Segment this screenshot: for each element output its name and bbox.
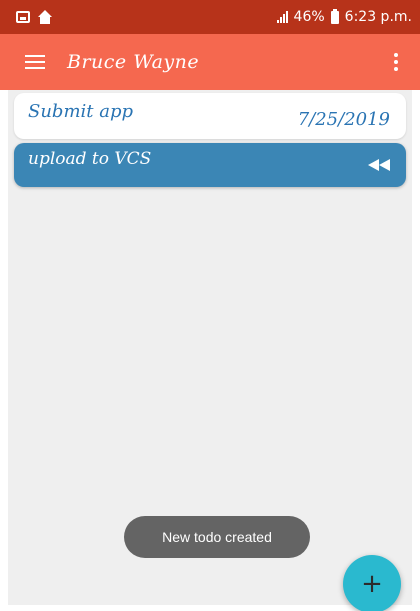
todo-item-selected[interactable]: upload to VCS — [14, 143, 406, 187]
battery-icon — [330, 8, 339, 24]
status-right: 46% 6:23 p.m. — [276, 8, 412, 25]
status-left — [16, 10, 52, 24]
more-vert-icon[interactable] — [378, 34, 414, 90]
todo-item[interactable]: Submit app 7/25/2019 — [14, 93, 406, 139]
todo-title: upload to VCS — [28, 149, 152, 169]
battery-percent: 46% — [293, 9, 325, 25]
menu-icon[interactable] — [0, 34, 56, 90]
status-time: 6:23 p.m. — [344, 9, 412, 25]
image-icon — [16, 11, 30, 23]
rewind-icon[interactable] — [368, 159, 390, 171]
toast-message: New todo created — [124, 516, 310, 558]
todo-title: Submit app — [28, 100, 134, 122]
add-todo-button[interactable]: + — [343, 555, 401, 611]
status-bar: 46% 6:23 p.m. — [0, 0, 420, 34]
app-title: Bruce Wayne — [67, 51, 200, 73]
todo-date: 7/25/2019 — [297, 108, 390, 130]
plus-icon: + — [361, 569, 383, 599]
app-bar: Bruce Wayne — [0, 34, 420, 90]
home-icon — [38, 10, 52, 24]
signal-icon — [276, 11, 288, 23]
